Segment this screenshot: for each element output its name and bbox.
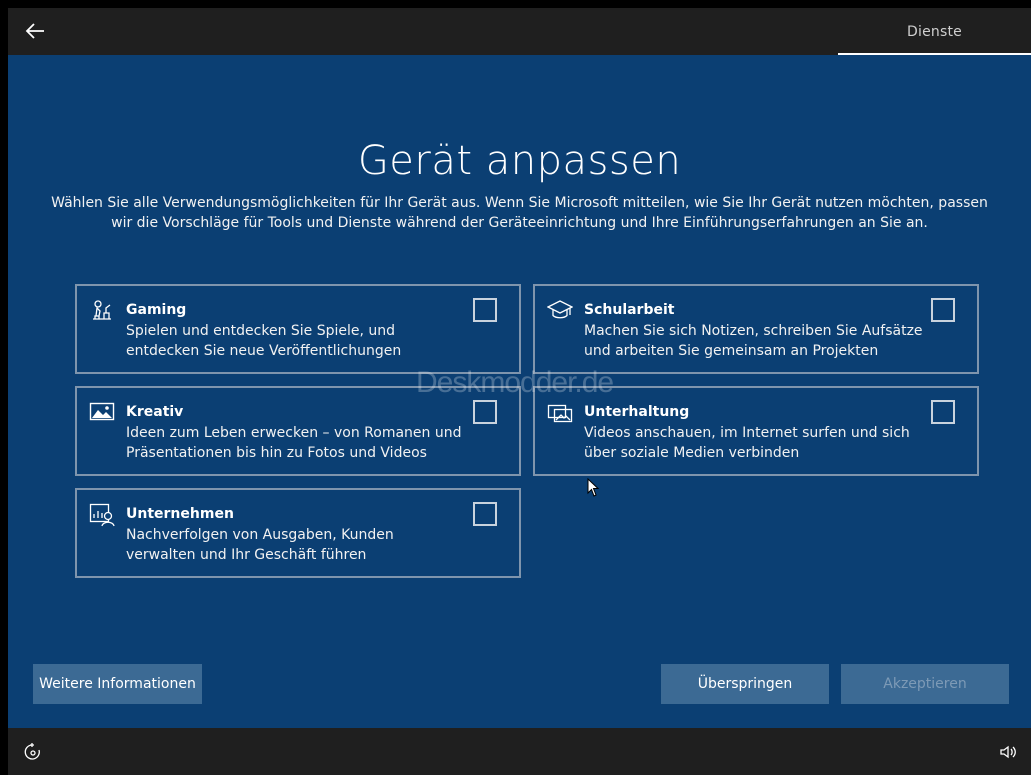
option-checkbox[interactable] [473, 298, 497, 322]
back-arrow-icon[interactable] [22, 18, 48, 44]
option-card-unternehmen[interactable]: Unternehmen Nachverfolgen von Ausgaben, … [75, 488, 521, 578]
accept-button[interactable]: Akzeptieren [841, 664, 1009, 704]
main-panel: Gerät anpassen Wählen Sie alle Verwendun… [8, 55, 1031, 728]
option-description: Machen Sie sich Notizen, schreiben Sie A… [584, 323, 923, 359]
tab-dienste[interactable]: Dienste [838, 8, 1031, 55]
option-name: Kreativ [126, 404, 184, 420]
option-name: Unterhaltung [584, 404, 690, 420]
graduation-cap-icon [546, 297, 574, 323]
volume-icon[interactable] [999, 743, 1017, 761]
bottom-bar [8, 728, 1031, 775]
mouse-cursor-icon [587, 478, 600, 497]
option-name: Gaming [126, 302, 187, 318]
picture-icon [89, 399, 115, 425]
option-description: Ideen zum Leben erwecken – von Romanen u… [126, 425, 462, 461]
watermark: Deskmodder.de [416, 366, 614, 399]
page-title: Gerät anpassen [357, 138, 682, 184]
ease-of-access-icon[interactable] [23, 742, 43, 762]
page-subtitle: Wählen Sie alle Verwendungsmöglichkeiten… [51, 195, 988, 231]
option-checkbox[interactable] [931, 298, 955, 322]
option-card-gaming[interactable]: Gaming Spielen und entdecken Sie Spiele,… [75, 284, 521, 374]
option-description: Spielen und entdecken Sie Spiele, und en… [126, 323, 402, 359]
business-icon [89, 501, 115, 527]
media-icon [547, 399, 573, 425]
tab-label: Dienste [907, 23, 962, 40]
option-checkbox[interactable] [473, 502, 497, 526]
option-name: Schularbeit [584, 302, 675, 318]
option-description: Videos anschauen, im Internet surfen und… [584, 425, 910, 461]
gaming-icon [89, 297, 115, 323]
more-info-button[interactable]: Weitere Informationen [33, 664, 202, 704]
option-card-schularbeit[interactable]: Schularbeit Machen Sie sich Notizen, sch… [533, 284, 979, 374]
option-description: Nachverfolgen von Ausgaben, Kunden verwa… [126, 527, 394, 563]
option-checkbox[interactable] [473, 400, 497, 424]
skip-button[interactable]: Überspringen [661, 664, 829, 704]
option-checkbox[interactable] [931, 400, 955, 424]
option-name: Unternehmen [126, 506, 234, 522]
top-bar: Dienste [8, 8, 1031, 55]
